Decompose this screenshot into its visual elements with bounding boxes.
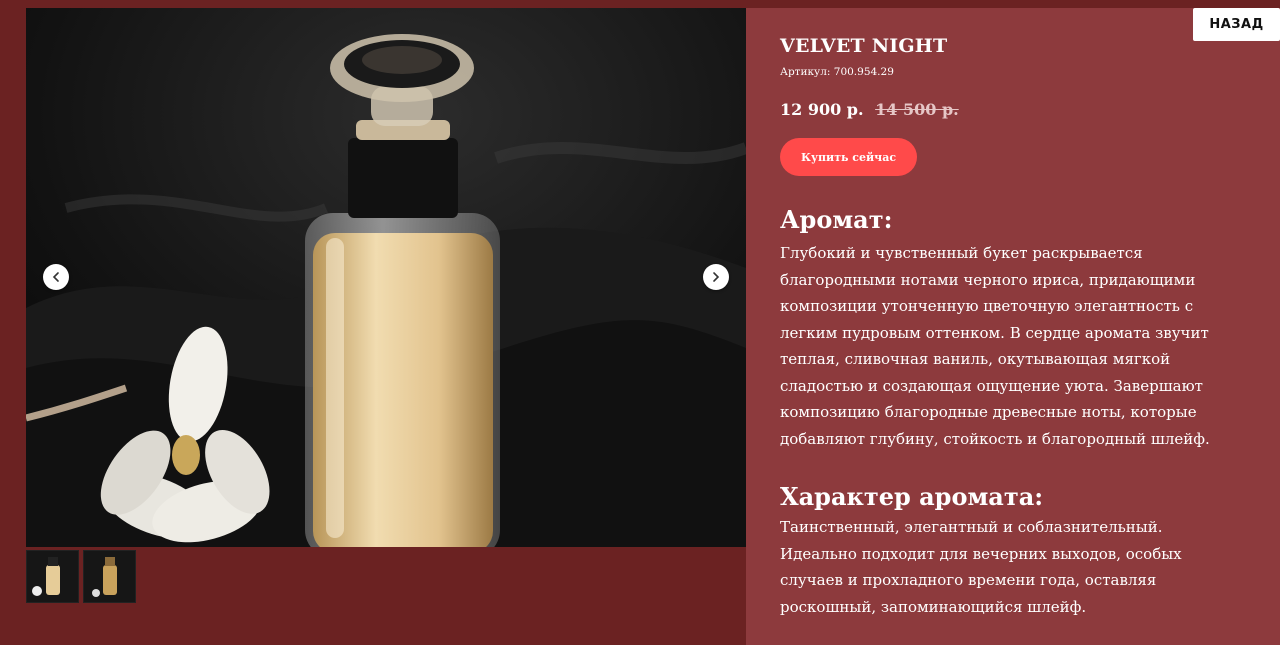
aroma-heading: Аромат: [780, 205, 893, 234]
old-price: 14 500 р. [875, 100, 959, 119]
current-price: 12 900 р. [780, 100, 864, 119]
thumbnail-1[interactable] [26, 550, 79, 603]
gallery-next-button[interactable] [703, 264, 729, 290]
chevron-left-icon [52, 272, 59, 282]
aroma-description: Глубокий и чувственный букет раскрываетс… [780, 244, 1210, 448]
buy-now-button[interactable]: Купить сейчас [780, 138, 917, 176]
back-button[interactable]: НАЗАД [1193, 8, 1280, 41]
perfume-thumbnail-image [27, 551, 78, 602]
product-info-panel: НАЗАД VELVET NIGHT Артикул: 700.954.29 1… [746, 8, 1280, 645]
perfume-bottle-photo [26, 8, 746, 547]
gallery-prev-button[interactable] [43, 264, 69, 290]
product-sku: Артикул: 700.954.29 [780, 66, 894, 78]
price-block: 12 900 р. 14 500 р. [780, 100, 959, 119]
product-title: VELVET NIGHT [780, 35, 948, 57]
character-description: Таинственный, элегантный и соблазнительн… [780, 518, 1182, 616]
character-heading: Характер аромата: [780, 482, 1044, 511]
product-gallery [26, 8, 746, 547]
perfume-thumbnail-image [84, 551, 135, 602]
thumbnail-strip [26, 550, 136, 603]
thumbnail-2[interactable] [83, 550, 136, 603]
chevron-right-icon [713, 272, 720, 282]
